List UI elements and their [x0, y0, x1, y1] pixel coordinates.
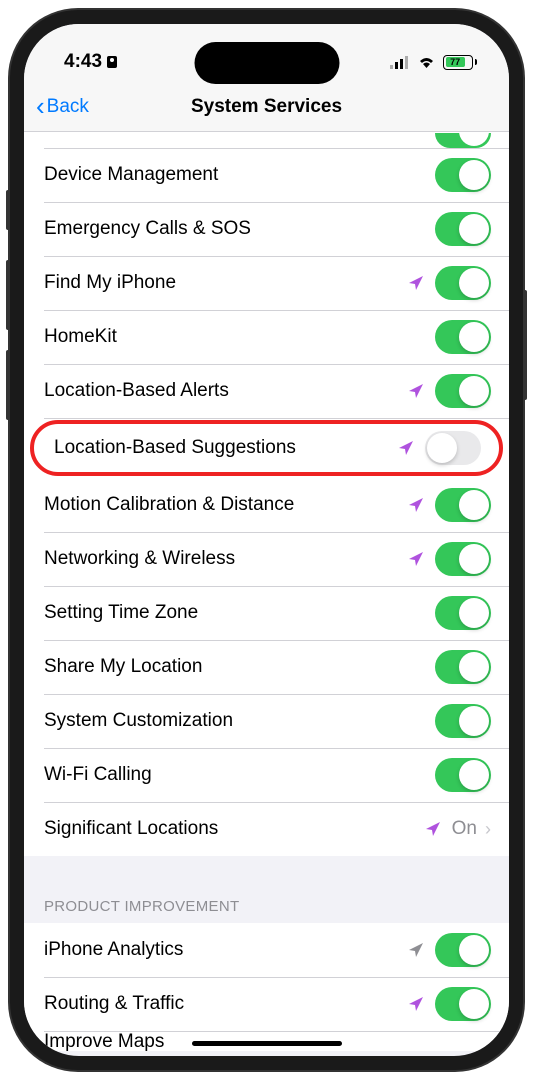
list-item-share-my-location[interactable]: Share My Location [24, 640, 509, 694]
list-item-homekit[interactable]: HomeKit [24, 310, 509, 364]
toggle-networking-wireless[interactable] [435, 542, 491, 576]
location-arrow-icon [407, 496, 425, 514]
location-arrow-icon [407, 382, 425, 400]
back-button[interactable]: ‹ Back [24, 91, 89, 122]
item-label: Networking & Wireless [44, 548, 407, 570]
section-gap [24, 856, 509, 898]
toggle-emergency-calls-sos[interactable] [435, 212, 491, 246]
home-indicator[interactable] [192, 1041, 342, 1046]
mute-switch [6, 190, 10, 230]
orientation-lock-icon [106, 55, 118, 69]
phone-frame: 4:43 77 ‹ Back [10, 10, 523, 1070]
item-label: Wi-Fi Calling [44, 764, 435, 786]
list-item-location-based-suggestions[interactable]: Location-Based Suggestions [30, 420, 503, 476]
wifi-icon [417, 55, 436, 69]
location-arrow-icon [407, 941, 425, 959]
status-time: 4:43 [64, 51, 118, 73]
screen: 4:43 77 ‹ Back [24, 24, 509, 1056]
item-label: Device Management [44, 164, 435, 186]
item-label: System Customization [44, 710, 435, 732]
volume-up-button [6, 260, 10, 330]
toggle-homekit[interactable] [435, 320, 491, 354]
toggle-share-my-location[interactable] [435, 650, 491, 684]
location-arrow-icon [407, 995, 425, 1013]
item-label: HomeKit [44, 326, 435, 348]
item-label: Share My Location [44, 656, 435, 678]
list-item-find-my-iphone[interactable]: Find My iPhone [24, 256, 509, 310]
list-item-motion-calibration-distance[interactable]: Motion Calibration & Distance [24, 478, 509, 532]
list-item-system-customization[interactable]: System Customization [24, 694, 509, 748]
list-item-wi-fi-calling[interactable]: Wi-Fi Calling [24, 748, 509, 802]
battery-percent: 77 [450, 57, 460, 67]
item-label: Motion Calibration & Distance [44, 494, 407, 516]
list-item-setting-time-zone[interactable]: Setting Time Zone [24, 586, 509, 640]
volume-down-button [6, 350, 10, 420]
list-item-partial-top [24, 132, 509, 148]
toggle-partial[interactable] [435, 133, 491, 148]
nav-bar: ‹ Back System Services [24, 82, 509, 132]
list-item-routing-traffic[interactable]: Routing & Traffic [24, 977, 509, 1031]
list-item-iphone-analytics[interactable]: iPhone Analytics [24, 923, 509, 977]
location-arrow-icon [424, 820, 442, 838]
toggle-location-based-suggestions[interactable] [425, 431, 481, 465]
chevron-right-icon: › [485, 819, 491, 840]
toggle-find-my-iphone[interactable] [435, 266, 491, 300]
settings-list: Device Management Emergency Calls & SOS Fi… [24, 132, 509, 1051]
item-label: Routing & Traffic [44, 993, 407, 1015]
toggle-system-customization[interactable] [435, 704, 491, 738]
dynamic-island [194, 42, 339, 84]
toggle-location-based-alerts[interactable] [435, 374, 491, 408]
status-right: 77 [390, 55, 477, 70]
toggle-device-management[interactable] [435, 158, 491, 192]
power-button [523, 290, 527, 400]
location-arrow-icon [407, 274, 425, 292]
cellular-icon [390, 56, 410, 69]
item-label: Find My iPhone [44, 272, 407, 294]
toggle-routing-traffic[interactable] [435, 987, 491, 1021]
back-label: Back [47, 96, 89, 118]
significant-locations-row[interactable]: Significant Locations On › [24, 802, 509, 856]
disclosure: On › [452, 818, 491, 840]
list-item-device-management[interactable]: Device Management [24, 148, 509, 202]
chevron-left-icon: ‹ [36, 91, 45, 122]
location-arrow-icon [407, 550, 425, 568]
battery-icon: 77 [443, 55, 477, 70]
significant-locations-label: Significant Locations [44, 818, 424, 840]
item-label: Setting Time Zone [44, 602, 435, 624]
item-label: Emergency Calls & SOS [44, 218, 435, 240]
section-header: PRODUCT IMPROVEMENT [24, 898, 509, 923]
time-label: 4:43 [64, 51, 102, 73]
toggle-setting-time-zone[interactable] [435, 596, 491, 630]
item-label: iPhone Analytics [44, 939, 407, 961]
disclosure-value: On [452, 818, 477, 840]
toggle-iphone-analytics[interactable] [435, 933, 491, 967]
location-arrow-icon [397, 439, 415, 457]
toggle-wi-fi-calling[interactable] [435, 758, 491, 792]
list-item-location-based-alerts[interactable]: Location-Based Alerts [24, 364, 509, 418]
item-label: Location-Based Suggestions [54, 437, 397, 459]
toggle-motion-calibration-distance[interactable] [435, 488, 491, 522]
item-label: Location-Based Alerts [44, 380, 407, 402]
list-item-emergency-calls-sos[interactable]: Emergency Calls & SOS [24, 202, 509, 256]
list-item-networking-wireless[interactable]: Networking & Wireless [24, 532, 509, 586]
page-title: System Services [191, 96, 342, 118]
